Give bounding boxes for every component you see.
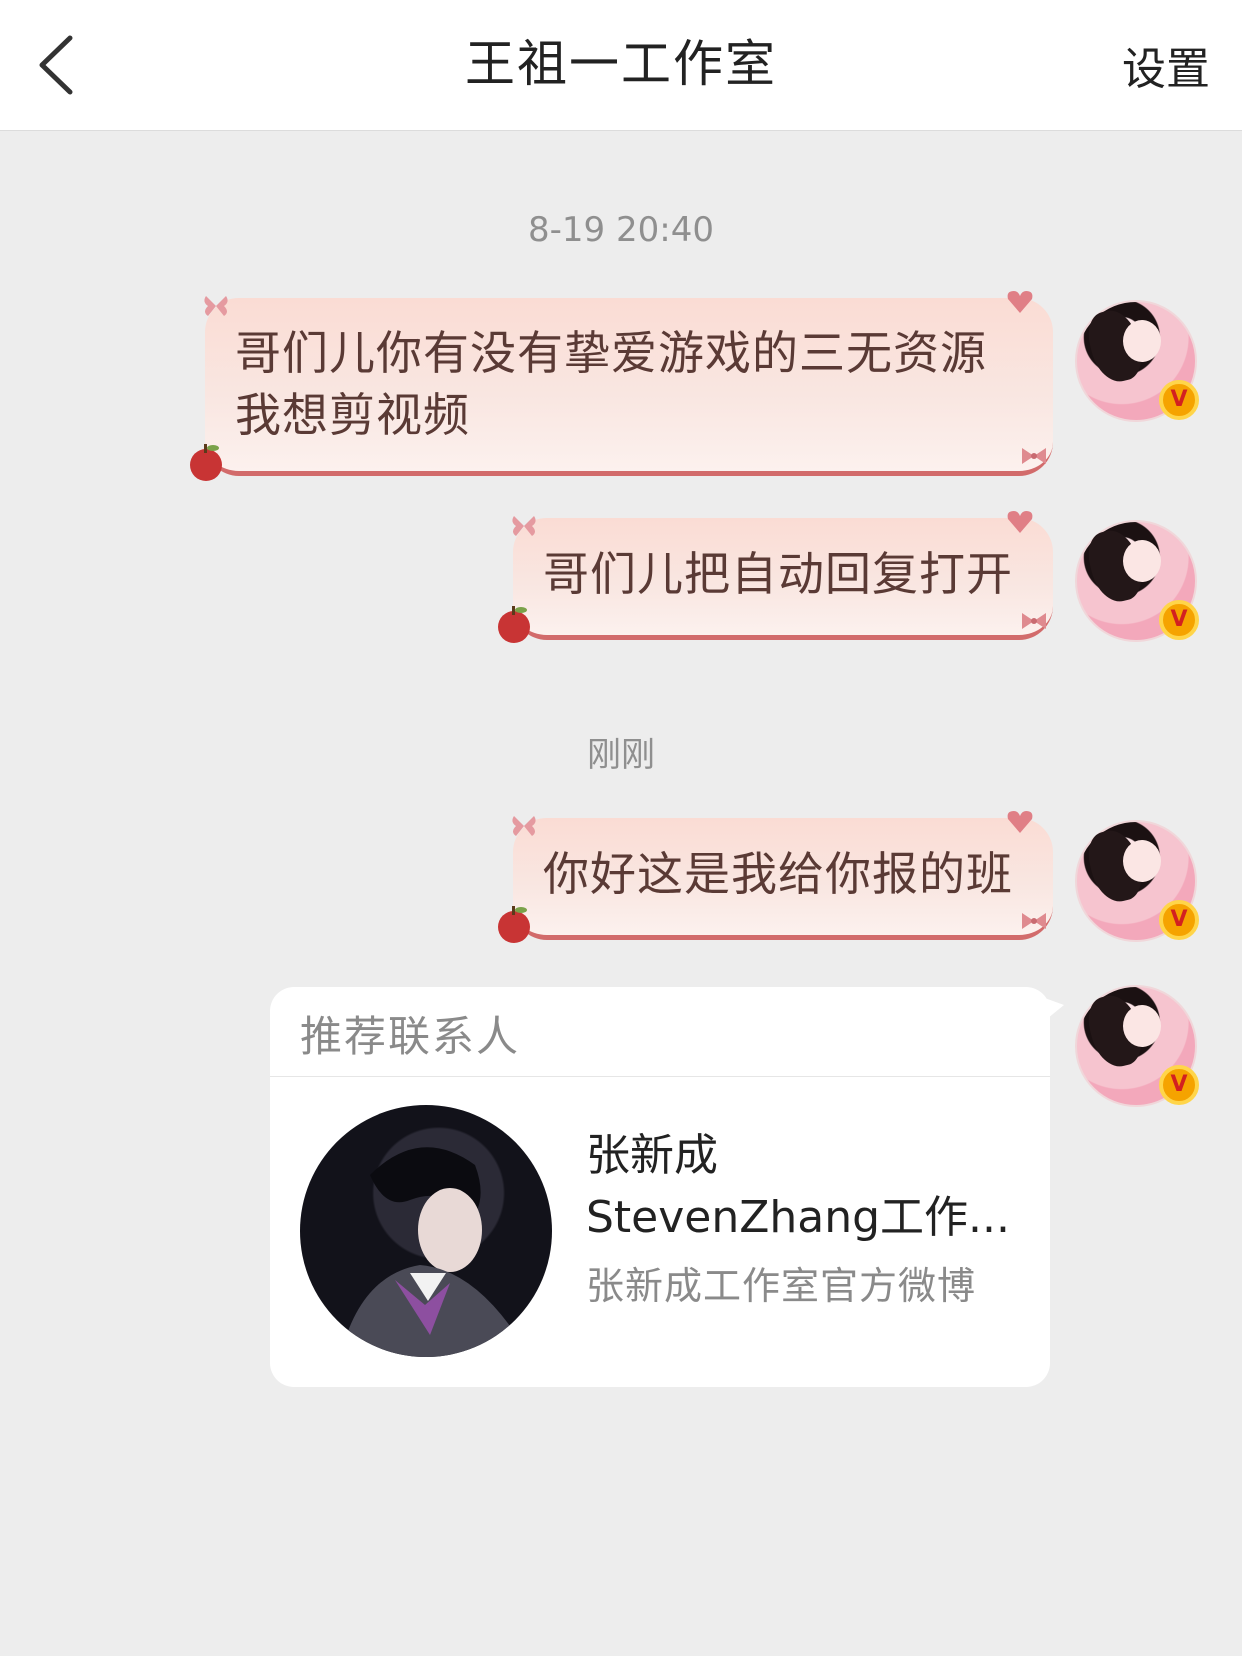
message-bubble-3[interactable]: 你好这是我给你报的班 [513,818,1053,940]
message-1-line-1: 哥们儿你有没有挚爱游戏的三无资源 [235,326,987,380]
verified-badge-icon: V [1159,1065,1199,1105]
avatar-face [1123,540,1161,582]
contact-avatar[interactable] [300,1105,552,1357]
avatar-face [1123,320,1161,362]
contact-description: 张新成工作室官方微博 [586,1264,977,1308]
message-bubble-1[interactable]: 哥们儿你有没有挚爱游戏的三无资源 我想剪视频 [205,298,1053,476]
verified-badge-icon: V [1159,380,1199,420]
sender-avatar[interactable]: V [1075,300,1199,422]
timestamp-1: 8-19 20:40 [528,210,714,250]
heart-sticker-icon [1007,511,1033,533]
card-tail [1042,997,1064,1023]
butterfly-sticker-icon [512,516,536,536]
contact-name-line-2: StevenZhang工作... [586,1192,1011,1243]
bow-sticker-icon [1022,913,1046,929]
apple-sticker-icon [190,444,222,481]
timestamp-2: 刚刚 [587,735,655,775]
contact-portrait-icon [340,1147,530,1357]
contact-name-line-1: 张新成 [586,1130,718,1181]
verified-badge-icon: V [1159,900,1199,940]
message-1-line-2: 我想剪视频 [235,388,470,442]
message-3-text: 你好这是我给你报的班 [543,847,1013,901]
bow-sticker-icon [1022,448,1046,464]
card-divider [270,1076,1050,1077]
apple-sticker-icon [498,606,530,643]
sender-avatar[interactable]: V [1075,985,1199,1107]
avatar-face [1123,1005,1161,1047]
verified-badge-icon: V [1159,600,1199,640]
bow-sticker-icon [1022,613,1046,629]
settings-button[interactable]: 设置 [1122,0,1210,140]
recommended-contact-card[interactable]: 推荐联系人 张新成 StevenZhang工作... 张新成工作室官方微博 [270,987,1064,1387]
apple-sticker-icon [498,906,530,943]
avatar-face [1123,840,1161,882]
page-title: 王祖一工作室 [465,35,777,93]
heart-sticker-icon [1007,811,1033,833]
sender-avatar[interactable]: V [1075,820,1199,942]
top-bar: 王祖一工作室 设置 [0,0,1242,131]
sender-avatar[interactable]: V [1075,520,1199,642]
butterfly-sticker-icon [204,296,228,316]
message-bubble-2[interactable]: 哥们儿把自动回复打开 [513,518,1053,640]
message-2-text: 哥们儿把自动回复打开 [543,547,1013,601]
heart-sticker-icon [1007,291,1033,313]
card-header: 推荐联系人 [300,1012,521,1061]
butterfly-sticker-icon [512,816,536,836]
